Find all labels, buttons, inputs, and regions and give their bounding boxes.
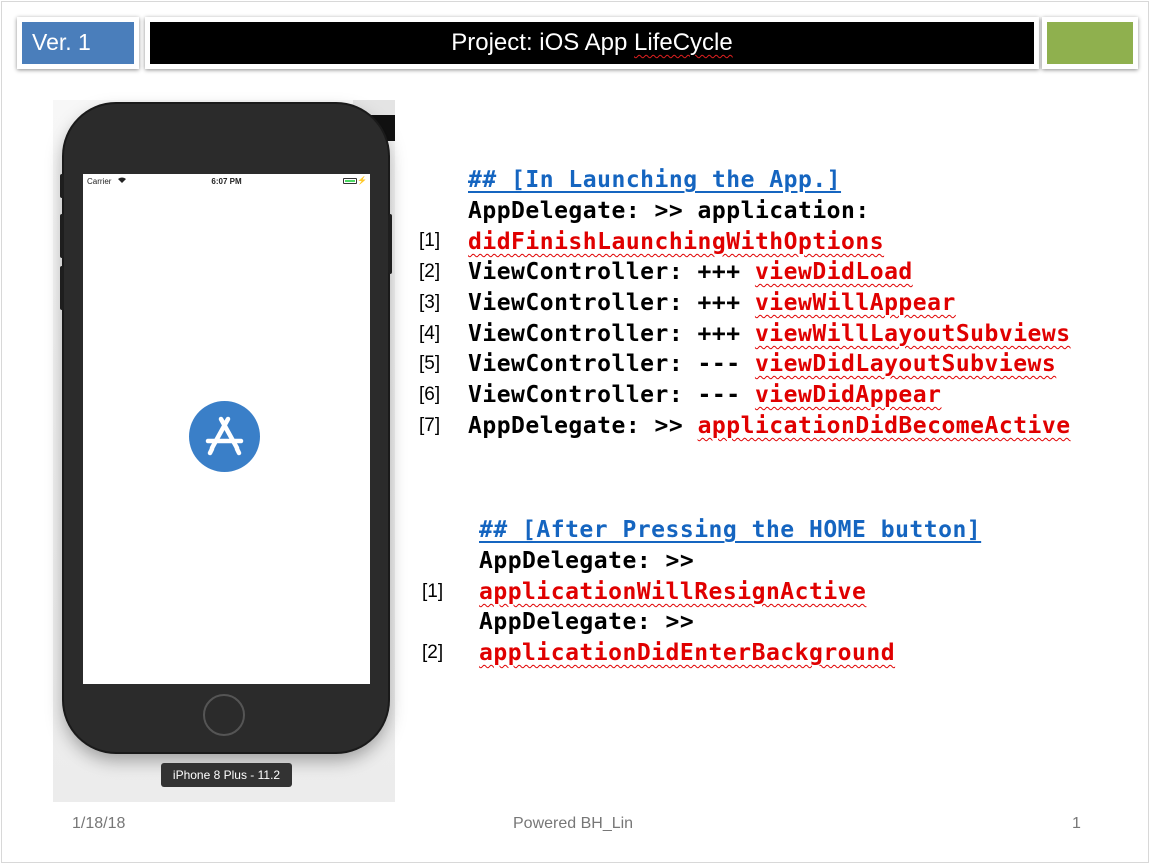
silent-switch [60, 174, 64, 198]
method-name: applicationDidBecomeActive [697, 413, 1071, 439]
launch-line-7: AppDelegate: >> applicationDidBecomeActi… [468, 413, 1071, 439]
method-name: viewDidLoad [754, 259, 913, 285]
launch-line-3: ViewController: +++ viewWillAppear [468, 290, 956, 316]
version-box: Ver. 1 [17, 17, 139, 69]
volume-up-button [60, 214, 64, 258]
method-name: applicationDidEnterBackground [479, 640, 896, 666]
status-bar: Carrier 6:07 PM ⚡ [83, 174, 370, 190]
method-name: applicationWillResignActive [479, 579, 867, 605]
phone-screen: Carrier 6:07 PM ⚡ [83, 174, 370, 684]
title-prefix: Project: iOS App [451, 29, 635, 56]
home-step-number: [1] [422, 581, 444, 602]
launch-line-6: ViewController: --- viewDidAppear [468, 382, 942, 408]
home-heading: ## [After Pressing the HOME button] [479, 517, 982, 543]
launch-line-1: didFinishLaunchingWithOptions [468, 229, 884, 255]
charging-icon: ⚡ [357, 176, 367, 185]
footer-date: 1/18/18 [72, 815, 126, 832]
launch-step-number: [7] [419, 415, 441, 436]
home-step-number: [2] [422, 642, 444, 663]
launch-heading: ## [In Launching the App.] [468, 167, 842, 193]
footer-page-number: 1 [1072, 815, 1081, 832]
title-box: Project: iOS App LifeCycle [145, 17, 1039, 69]
launch-step-number: [1] [419, 230, 441, 251]
home-line-2: AppDelegate: >> [479, 609, 695, 635]
launch-step-number: [5] [419, 353, 441, 374]
method-name: viewDidAppear [754, 382, 942, 408]
battery-icon [343, 178, 357, 184]
home-button[interactable] [203, 694, 245, 736]
launch-step-number: [3] [419, 292, 441, 313]
power-button [388, 214, 392, 274]
launch-line-0: AppDelegate: >> application: [468, 198, 870, 224]
slide-title: Project: iOS App LifeCycle [150, 29, 1034, 57]
home-line-1: applicationWillResignActive [479, 579, 866, 605]
simulator-screenshot: Carrier 6:07 PM ⚡ iPhone 8 Plus - 11.2 [53, 100, 395, 802]
home-line-3: applicationDidEnterBackground [479, 640, 895, 666]
title-highlight: LifeCycle [634, 29, 733, 56]
launch-line-5: ViewController: --- viewDidLayoutSubview… [468, 351, 1057, 377]
home-line-0: AppDelegate: >> [479, 548, 695, 574]
method-name: viewWillLayoutSubviews [754, 321, 1071, 347]
version-label: Ver. 1 [32, 29, 91, 55]
method-name: didFinishLaunchingWithOptions [468, 229, 885, 255]
method-name: viewWillAppear [754, 290, 956, 316]
green-accent-box [1042, 17, 1138, 69]
launch-step-number: [2] [419, 261, 441, 282]
iphone-device: Carrier 6:07 PM ⚡ [60, 104, 392, 752]
app-store-icon[interactable] [189, 401, 260, 472]
footer-credit: Powered BH_Lin [513, 815, 634, 832]
status-time: 6:07 PM [211, 177, 242, 186]
launch-step-number: [6] [419, 384, 441, 405]
launch-line-4: ViewController: +++ viewWillLayoutSubvie… [468, 321, 1071, 347]
launch-step-number: [4] [419, 323, 441, 344]
device-label: iPhone 8 Plus - 11.2 [161, 763, 292, 787]
method-name: viewDidLayoutSubviews [754, 351, 1057, 377]
volume-down-button [60, 266, 64, 310]
launch-line-2: ViewController: +++ viewDidLoad [468, 259, 913, 285]
